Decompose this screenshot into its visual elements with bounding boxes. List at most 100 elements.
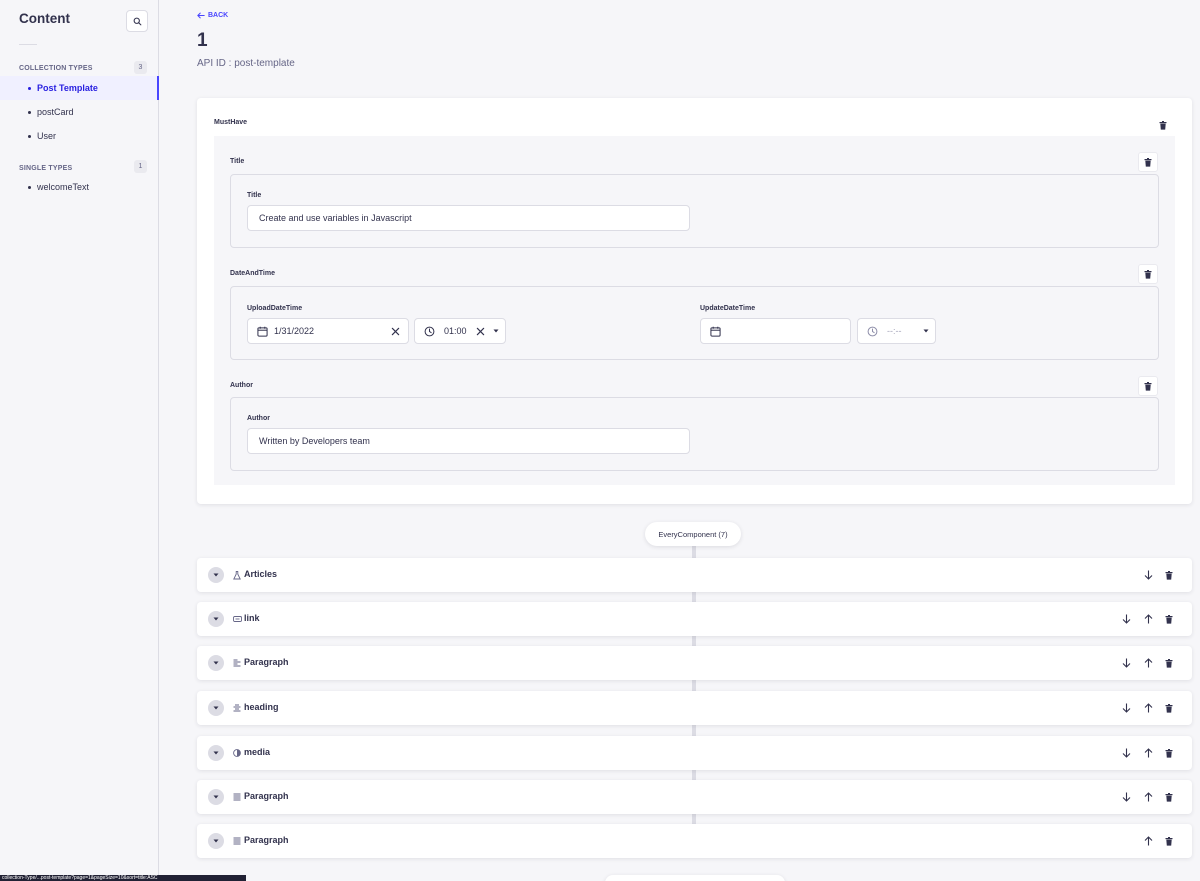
page-title: 1 [197, 30, 208, 51]
delete-component-button[interactable] [1160, 832, 1178, 850]
trash-icon [1165, 570, 1173, 580]
author-input[interactable]: Written by Developers team [247, 428, 690, 454]
move-down-button[interactable] [1117, 699, 1135, 717]
move-up-button[interactable] [1139, 744, 1157, 762]
component-row-articles[interactable]: Articles [197, 558, 1192, 592]
dz-connector [692, 814, 696, 824]
move-up-button[interactable] [1139, 832, 1157, 850]
expand-button[interactable] [208, 611, 224, 627]
collection-types-heading: COLLECTION TYPES [19, 65, 93, 72]
expand-button[interactable] [208, 567, 224, 583]
delete-author-button[interactable] [1138, 376, 1158, 396]
dz-connector [692, 546, 696, 558]
dz-connector [692, 769, 696, 780]
component-name: heading [244, 702, 279, 712]
component-name: media [244, 747, 271, 757]
move-up-button[interactable] [1139, 654, 1157, 672]
arrow-down-icon [1122, 748, 1130, 758]
upload-time-picker[interactable]: 01:00 [414, 318, 506, 344]
collection-types-count: 3 [134, 61, 147, 74]
arrow-left-icon [197, 12, 205, 19]
component-name: Paragraph [244, 835, 289, 845]
arrow-down-icon [1122, 614, 1130, 624]
expand-button[interactable] [208, 655, 224, 671]
title-component-box: Title Create and use variables in Javasc… [230, 174, 1159, 248]
expand-button[interactable] [208, 745, 224, 761]
chevron-down-icon [213, 706, 219, 710]
expand-button[interactable] [208, 700, 224, 716]
expand-button[interactable] [208, 789, 224, 805]
move-up-button[interactable] [1139, 610, 1157, 628]
trash-icon [1165, 748, 1173, 758]
trash-icon [1165, 658, 1173, 668]
delete-component-button[interactable] [1160, 788, 1178, 806]
move-down-button[interactable] [1117, 610, 1135, 628]
move-up-button[interactable] [1139, 788, 1157, 806]
delete-component-button[interactable] [1160, 610, 1178, 628]
component-row-paragraph[interactable]: Paragraph [197, 824, 1192, 858]
component-row-paragraph[interactable]: Paragraph [197, 646, 1192, 680]
clock-icon [867, 326, 878, 337]
api-id: API ID : post-template [197, 58, 295, 69]
datetime-component-label: DateAndTime [230, 270, 275, 277]
upload-datetime-label: UploadDateTime [247, 305, 303, 312]
component-row-link[interactable]: link [197, 602, 1192, 636]
link-icon [232, 613, 242, 625]
update-date-picker[interactable] [700, 318, 851, 344]
clear-upload-time-button[interactable] [476, 327, 485, 336]
search-icon [133, 17, 141, 25]
bullet [28, 134, 31, 138]
sidebar-item-user[interactable]: User [0, 124, 159, 148]
component-row-heading[interactable]: heading [197, 691, 1192, 725]
move-down-button[interactable] [1117, 788, 1135, 806]
single-types-heading: SINGLE TYPES [19, 165, 73, 172]
arrow-up-icon [1144, 658, 1152, 668]
sidebar-item-label: Post Template [37, 83, 98, 93]
calendar-icon [710, 326, 721, 337]
trash-icon [1165, 836, 1173, 846]
move-down-button[interactable] [1139, 566, 1157, 584]
trash-icon [1165, 792, 1173, 802]
delete-component-button[interactable] [1160, 654, 1178, 672]
align-left-icon [232, 657, 242, 669]
add-component-button[interactable] [605, 875, 785, 881]
browser-status-bar: collection-Type/...post-template?page=1&… [0, 875, 246, 881]
chevron-down-icon [213, 573, 219, 577]
delete-title-button[interactable] [1138, 152, 1158, 172]
upload-date-picker[interactable]: 1/31/2022 [247, 318, 409, 344]
delete-musthave-button[interactable] [1154, 116, 1172, 134]
sidebar-search-button[interactable] [126, 10, 148, 32]
delete-component-button[interactable] [1160, 566, 1178, 584]
component-row-paragraph[interactable]: Paragraph [197, 780, 1192, 814]
sidebar-item-label: welcomeText [37, 182, 90, 192]
bullet [28, 110, 31, 114]
title-input[interactable]: Create and use variables in Javascript [247, 205, 690, 231]
expand-button[interactable] [208, 833, 224, 849]
component-row-media[interactable]: media [197, 736, 1192, 770]
dz-connector [692, 680, 696, 691]
chevron-down-icon [213, 795, 219, 799]
bullet [28, 86, 31, 90]
arrow-up-icon [1144, 748, 1152, 758]
sidebar-item-postcard[interactable]: postCard [0, 100, 159, 124]
sidebar-divider [19, 44, 37, 45]
update-time-placeholder: --:-- [887, 326, 902, 336]
musthave-card: MustHave Title Title Create and use vari… [197, 98, 1192, 504]
move-up-button[interactable] [1139, 699, 1157, 717]
move-down-button[interactable] [1117, 744, 1135, 762]
chevron-down-icon [213, 661, 219, 665]
chevron-down-icon [213, 839, 219, 843]
update-time-picker[interactable]: --:-- [857, 318, 936, 344]
delete-component-button[interactable] [1160, 744, 1178, 762]
delete-component-button[interactable] [1160, 699, 1178, 717]
trash-icon [1144, 381, 1152, 391]
back-link[interactable]: BACK [197, 12, 228, 19]
upload-date-value: 1/31/2022 [274, 326, 315, 336]
sidebar-item-post-template[interactable]: Post Template [0, 76, 159, 100]
move-down-button[interactable] [1117, 654, 1135, 672]
clear-upload-date-button[interactable] [391, 327, 400, 336]
sidebar-item-welcometext[interactable]: welcomeText [0, 175, 159, 199]
delete-datetime-button[interactable] [1138, 264, 1158, 284]
sidebar: Content COLLECTION TYPES 3 Post Template… [0, 0, 159, 881]
sidebar-item-label: postCard [37, 107, 74, 117]
